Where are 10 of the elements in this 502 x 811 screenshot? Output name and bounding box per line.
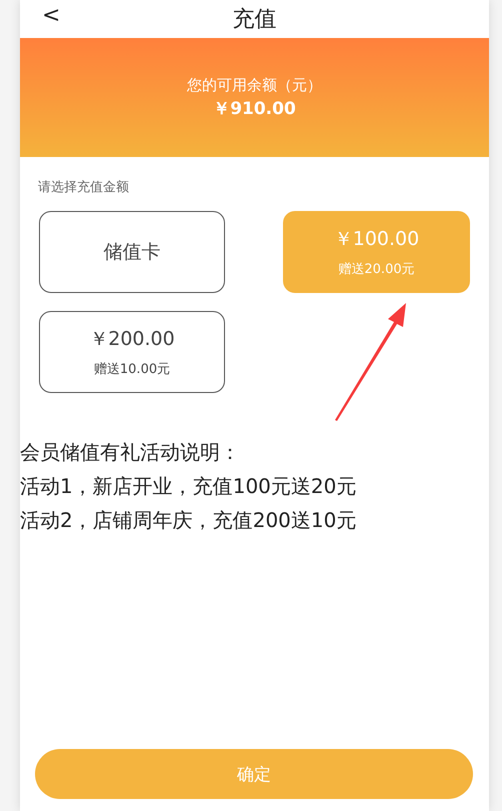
amount-option[interactable]: 储值卡 <box>39 211 225 293</box>
balance-amount: ￥910.00 <box>213 98 296 120</box>
note-line: 活动2，店铺周年庆，充值200送10元 <box>20 507 358 534</box>
back-button[interactable]: < <box>38 2 64 30</box>
note-line: 会员储值有礼活动说明： <box>20 439 241 466</box>
balance-label: 您的可用余额（元） <box>187 76 322 94</box>
note-line: 活动1，新店开业，充值100元送20元 <box>20 473 358 500</box>
amount-option[interactable]: ￥200.00 赠送10.00元 <box>39 311 225 393</box>
options-label: 请选择充值金额 <box>38 179 130 196</box>
page-title: 充值 <box>232 6 276 34</box>
